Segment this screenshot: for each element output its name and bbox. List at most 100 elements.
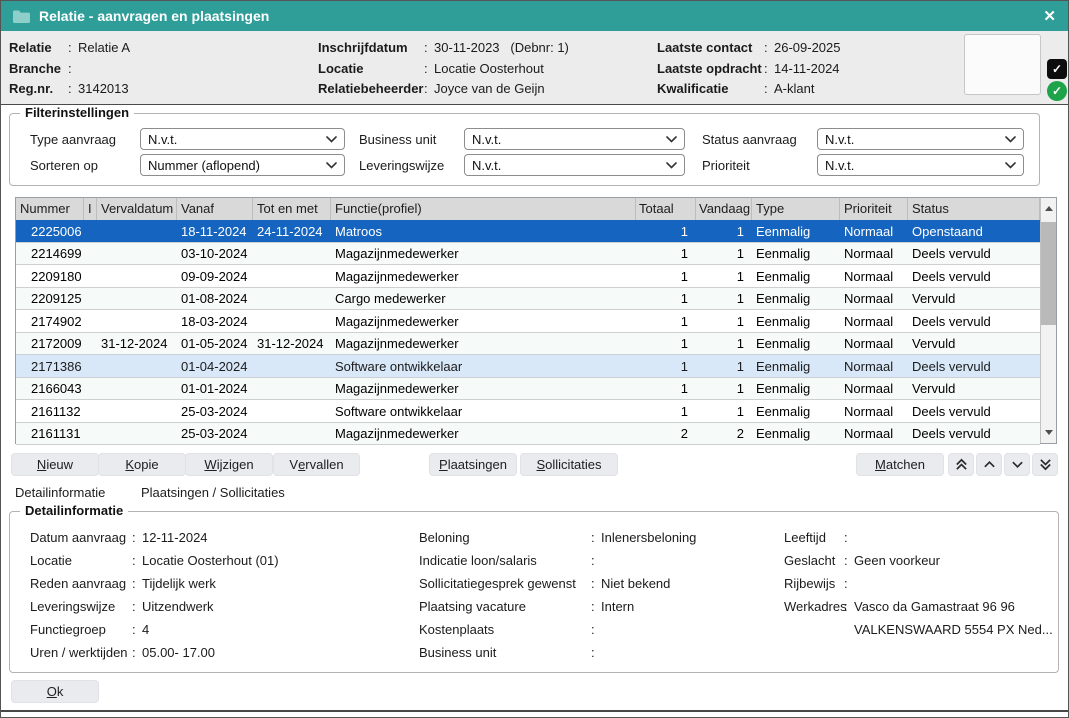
- filter-dropdown[interactable]: N.v.t.: [817, 154, 1024, 176]
- field-label: Werkadres: [784, 595, 844, 641]
- detail-column-1: Datum aanvraag:12-11-2024Locatie:Locatie…: [30, 526, 279, 664]
- table-cell: 1: [696, 355, 752, 377]
- table-column-header[interactable]: Vervaldatum: [97, 198, 177, 220]
- scroll-down-button[interactable]: [1041, 422, 1056, 443]
- table-column-header[interactable]: Vanaf: [177, 198, 253, 220]
- sollicitaties-button[interactable]: Sollicitaties: [520, 453, 618, 476]
- field-row: Laatste opdracht:14-11-2024: [657, 59, 841, 80]
- table-column-header[interactable]: Vandaag: [696, 198, 752, 220]
- filter-dropdown[interactable]: Nummer (aflopend): [140, 154, 345, 176]
- dropdown-value: N.v.t.: [825, 132, 854, 147]
- table-cell: 1: [696, 333, 752, 355]
- table-row[interactable]: 216113225-03-2024Software ontwikkelaar11…: [16, 400, 1040, 423]
- vertical-scrollbar[interactable]: [1040, 198, 1056, 443]
- table-row[interactable]: 216604301-01-2024Magazijnmedewerker11Een…: [16, 378, 1040, 401]
- table-cell: 25-03-2024: [177, 423, 253, 445]
- table-cell: [84, 243, 97, 265]
- plaatsingen-button[interactable]: Plaatsingen: [429, 453, 517, 476]
- detail-legend: Detailinformatie: [20, 503, 128, 519]
- table-column-header[interactable]: Type: [752, 198, 840, 220]
- table-cell: [253, 378, 331, 400]
- label-accel: e: [298, 457, 305, 472]
- field-value-line: Tijdelijk werk: [142, 572, 216, 595]
- table-column-header[interactable]: Nummer: [16, 198, 84, 220]
- ok-button[interactable]: Ok: [11, 680, 99, 703]
- scroll-up-button[interactable]: [1041, 198, 1056, 219]
- field-row: Werkadres:Vasco da Gamastraat 96 96VALKE…: [784, 595, 1053, 641]
- table-cell: 2214699: [16, 243, 84, 265]
- vervallen-button[interactable]: Vervallen: [273, 453, 360, 476]
- wijzigen-button[interactable]: Wijzigen: [185, 453, 273, 476]
- move-top-button[interactable]: [948, 453, 974, 476]
- field-label: Datum aanvraag: [30, 526, 132, 549]
- table-cell: 2209125: [16, 288, 84, 310]
- chevron-down-icon: [326, 136, 337, 143]
- table-cell: Vervuld: [908, 288, 1040, 310]
- filter-dropdown[interactable]: N.v.t.: [464, 128, 685, 150]
- move-bottom-button[interactable]: [1032, 453, 1058, 476]
- table-cell: Deels vervuld: [908, 310, 1040, 332]
- table-row[interactable]: 222500618-11-202424-11-2024Matroos11Eenm…: [16, 220, 1040, 243]
- filter-dropdown[interactable]: N.v.t.: [817, 128, 1024, 150]
- filter-dropdown[interactable]: N.v.t.: [140, 128, 345, 150]
- table-row[interactable]: 221469903-10-2024Magazijnmedewerker11Een…: [16, 243, 1040, 266]
- scrollbar-track[interactable]: [1041, 219, 1056, 422]
- table-cell: Software ontwikkelaar: [331, 355, 636, 377]
- table-cell: Eenmalig: [752, 400, 840, 422]
- table-cell: 1: [636, 355, 696, 377]
- table-row[interactable]: 220912501-08-2024Cargo medewerker11Eenma…: [16, 288, 1040, 311]
- field-row: Rijbewijs:: [784, 572, 1053, 595]
- tab-plaatsingen-sollicitaties[interactable]: Plaatsingen / Sollicitaties: [141, 485, 285, 500]
- table-column-header[interactable]: I: [84, 198, 97, 220]
- field-label: Sollicitatiegesprek gewenst: [419, 572, 591, 595]
- field-colon: :: [764, 59, 774, 80]
- field-row: Geslacht:Geen voorkeur: [784, 549, 1053, 572]
- field-value-line2: VALKENSWAARD 5554 PX Ned...: [854, 618, 1053, 641]
- table-row[interactable]: 217200931-12-202401-05-202431-12-2024Mag…: [16, 333, 1040, 356]
- table-row[interactable]: 217490218-03-2024Magazijnmedewerker11Een…: [16, 310, 1040, 333]
- table-cell: Cargo medewerker: [331, 288, 636, 310]
- field-label: Leveringswijze: [30, 595, 132, 618]
- label-post: opie: [134, 457, 159, 472]
- field-value: 26-09-2025: [774, 38, 841, 59]
- field-value: 30-11-2023 (Debnr: 1): [434, 38, 569, 59]
- table-row[interactable]: 220918009-09-2024Magazijnmedewerker11Een…: [16, 265, 1040, 288]
- nieuw-button[interactable]: Nieuw: [11, 453, 99, 476]
- filter-dropdown[interactable]: N.v.t.: [464, 154, 685, 176]
- table-cell: 1: [696, 265, 752, 287]
- table-cell: 1: [696, 288, 752, 310]
- dropdown-value: Nummer (aflopend): [148, 158, 260, 173]
- chevron-down-icon: [1011, 458, 1024, 471]
- table-cell: Eenmalig: [752, 265, 840, 287]
- kopie-button[interactable]: Kopie: [98, 453, 186, 476]
- tab-detailinformatie[interactable]: Detailinformatie: [15, 485, 105, 500]
- field-value: Vasco da Gamastraat 96 96VALKENSWAARD 55…: [854, 595, 1053, 641]
- table-column-header[interactable]: Functie(profiel): [331, 198, 636, 220]
- table-column-header[interactable]: Tot en met: [253, 198, 331, 220]
- table-cell: [84, 400, 97, 422]
- checkbox-flag-icon[interactable]: ✓: [1047, 59, 1067, 79]
- table-cell: 1: [696, 310, 752, 332]
- chevron-down-icon: [666, 136, 677, 143]
- table-column-header[interactable]: Totaal: [636, 198, 696, 220]
- table-cell: [253, 400, 331, 422]
- table-row[interactable]: 217138601-04-2024Software ontwikkelaar11…: [16, 355, 1040, 378]
- field-value: Intern: [601, 595, 634, 618]
- table-cell: [84, 333, 97, 355]
- table-cell: [84, 355, 97, 377]
- field-value-line: Relatie A: [78, 38, 130, 59]
- table-column-header[interactable]: Prioriteit: [840, 198, 908, 220]
- field-row: Reg.nr.:3142013: [9, 79, 130, 100]
- table-row[interactable]: 216113125-03-2024Magazijnmedewerker22Een…: [16, 423, 1040, 446]
- scrollbar-thumb[interactable]: [1041, 222, 1056, 325]
- table-cell: 31-12-2024: [97, 333, 177, 355]
- move-down-button[interactable]: [1004, 453, 1030, 476]
- close-icon[interactable]: ✕: [1043, 9, 1056, 24]
- matchen-button[interactable]: Matchen: [856, 453, 944, 476]
- filter-label: Business unit: [359, 132, 464, 147]
- table-column-header[interactable]: Status: [908, 198, 1040, 220]
- move-up-button[interactable]: [976, 453, 1002, 476]
- table-cell: Eenmalig: [752, 423, 840, 445]
- field-value-line: 3142013: [78, 79, 129, 100]
- chevron-down-icon: [1005, 136, 1016, 143]
